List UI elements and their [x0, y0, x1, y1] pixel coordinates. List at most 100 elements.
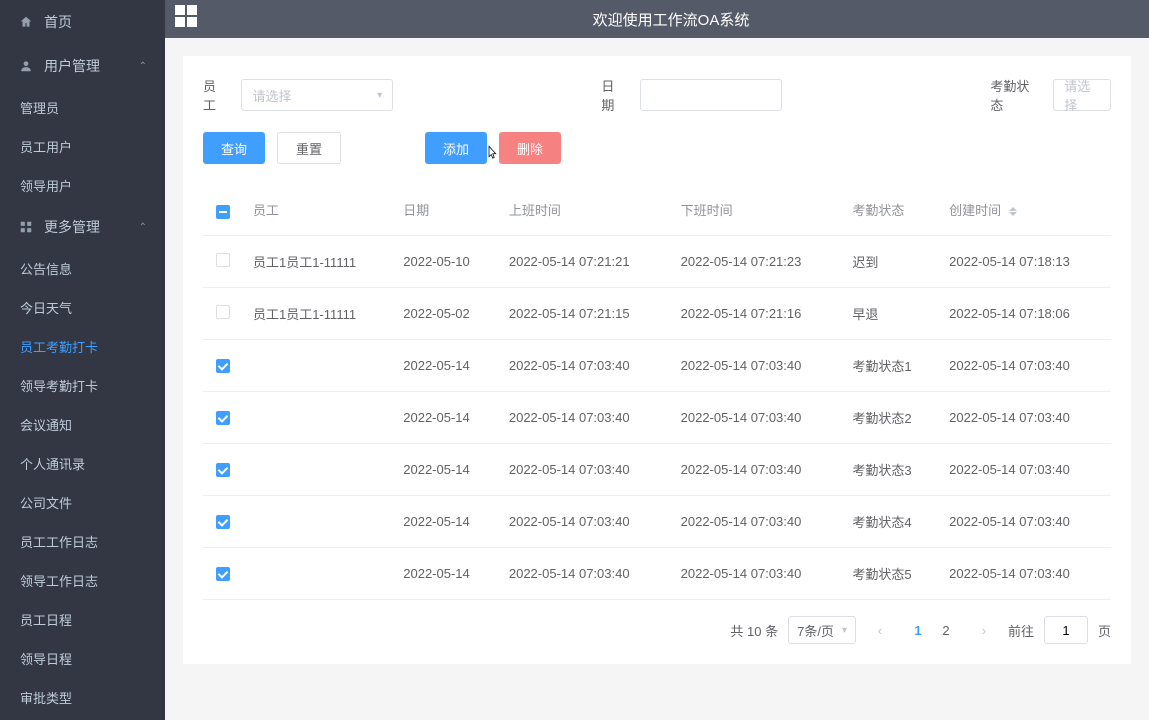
sidebar-item[interactable]: 领导工作日志: [0, 561, 165, 600]
sidebar-item[interactable]: 员工用户: [0, 127, 165, 166]
sidebar-item-label: 员工工作日志: [20, 532, 147, 551]
row-checkbox[interactable]: [216, 567, 230, 581]
cell-date: 2022-05-14: [393, 548, 499, 600]
menu-toggle-icon[interactable]: [175, 5, 203, 33]
th-created-label: 创建时间: [949, 203, 1001, 218]
cell-employee: [243, 444, 393, 496]
cell-date: 2022-05-10: [393, 236, 499, 288]
sidebar-item[interactable]: 员工工作日志: [0, 522, 165, 561]
row-checkbox[interactable]: [216, 253, 230, 267]
cell-date: 2022-05-14: [393, 392, 499, 444]
sidebar-item[interactable]: 领导考勤打卡: [0, 366, 165, 405]
pagination-total: 共 10 条: [730, 621, 778, 640]
status-select[interactable]: 请选择: [1053, 79, 1111, 111]
cell-status: 考勤状态4: [842, 496, 939, 548]
user-icon: [18, 58, 34, 74]
prev-page-button[interactable]: ‹: [866, 616, 894, 644]
table-row: 2022-05-142022-05-14 07:03:402022-05-14 …: [203, 496, 1111, 548]
sidebar: 首页 用户管理 ⌃ 管理员员工用户领导用户 更多管理 ⌃ 公告信息今日天气员工考…: [0, 0, 165, 720]
sidebar-item[interactable]: 领导用户: [0, 166, 165, 205]
employee-select[interactable]: 请选择 ▾: [241, 79, 393, 111]
sidebar-item-label: 领导用户: [20, 176, 147, 195]
cell-date: 2022-05-14: [393, 340, 499, 392]
sidebar-item[interactable]: 领导日程: [0, 639, 165, 678]
cell-status: 迟到: [842, 236, 939, 288]
cell-date: 2022-05-02: [393, 288, 499, 340]
select-placeholder: 请选择: [1064, 76, 1100, 114]
goto-page-input[interactable]: [1044, 616, 1088, 644]
home-icon: [18, 14, 34, 30]
row-checkbox[interactable]: [216, 359, 230, 373]
cell-created: 2022-05-14 07:18:06: [939, 288, 1111, 340]
select-placeholder: 请选择: [252, 86, 291, 105]
sidebar-item-label: 个人通讯录: [20, 454, 147, 473]
cell-employee: 员工1员工1-11111: [243, 288, 393, 340]
sidebar-item[interactable]: 管理员: [0, 88, 165, 127]
sidebar-item-more-mgmt[interactable]: 更多管理 ⌃: [0, 205, 165, 249]
sidebar-item[interactable]: 员工考勤打卡: [0, 327, 165, 366]
th-date[interactable]: 日期: [393, 184, 499, 236]
date-input[interactable]: [640, 79, 782, 111]
page-number-button[interactable]: 2: [932, 616, 960, 644]
th-status[interactable]: 考勤状态: [842, 184, 939, 236]
sidebar-item-label: 审批类型: [20, 688, 147, 707]
goto-prefix: 前往: [1008, 621, 1034, 640]
sidebar-item-label: 领导日程: [20, 649, 147, 668]
cell-employee: [243, 496, 393, 548]
sidebar-item-home[interactable]: 首页: [0, 0, 165, 44]
cell-on-time: 2022-05-14 07:03:40: [499, 496, 671, 548]
sidebar-item-label: 公司文件: [20, 493, 147, 512]
sidebar-item[interactable]: 员工日程: [0, 600, 165, 639]
cell-created: 2022-05-14 07:03:40: [939, 496, 1111, 548]
sidebar-item-user-mgmt[interactable]: 用户管理 ⌃: [0, 44, 165, 88]
sidebar-item-label: 员工日程: [20, 610, 147, 629]
th-employee[interactable]: 员工: [243, 184, 393, 236]
cell-employee: 员工1员工1-11111: [243, 236, 393, 288]
cell-employee: [243, 392, 393, 444]
cell-status: 早退: [842, 288, 939, 340]
cell-created: 2022-05-14 07:03:40: [939, 548, 1111, 600]
reset-button[interactable]: 重置: [277, 132, 341, 164]
sidebar-item[interactable]: 今日天气: [0, 288, 165, 327]
search-button[interactable]: 查询: [203, 132, 265, 164]
cell-status: 考勤状态1: [842, 340, 939, 392]
row-checkbox[interactable]: [216, 463, 230, 477]
sidebar-item-label: 今日天气: [20, 298, 147, 317]
cell-off-time: 2022-05-14 07:03:40: [671, 392, 843, 444]
cell-status: 考勤状态3: [842, 444, 939, 496]
table-row: 2022-05-142022-05-14 07:03:402022-05-14 …: [203, 548, 1111, 600]
sidebar-item-label: 管理员: [20, 98, 147, 117]
th-on-time[interactable]: 上班时间: [499, 184, 671, 236]
next-page-button[interactable]: ›: [970, 616, 998, 644]
cell-created: 2022-05-14 07:18:13: [939, 236, 1111, 288]
filter-status-label: 考勤状态: [990, 76, 1039, 114]
grid-icon: [18, 219, 34, 235]
table-row: 员工1员工1-111112022-05-02 2022-05-14 07:21:1…: [203, 288, 1111, 340]
cell-employee: [243, 548, 393, 600]
filter-employee-label: 员工: [203, 76, 227, 114]
cell-created: 2022-05-14 07:03:40: [939, 340, 1111, 392]
cell-off-time: 2022-05-14 07:03:40: [671, 444, 843, 496]
sidebar-item[interactable]: 个人通讯录: [0, 444, 165, 483]
th-created[interactable]: 创建时间: [939, 184, 1111, 236]
cell-off-time: 2022-05-14 07:21:16: [671, 288, 843, 340]
select-all-checkbox[interactable]: [216, 205, 230, 219]
th-off-time[interactable]: 下班时间: [671, 184, 843, 236]
cell-off-time: 2022-05-14 07:03:40: [671, 340, 843, 392]
row-checkbox[interactable]: [216, 411, 230, 425]
chevron-up-icon: ⌃: [139, 222, 147, 233]
page-size-select[interactable]: 7条/页 ▾: [788, 616, 856, 644]
delete-button[interactable]: 删除: [499, 132, 561, 164]
sidebar-item[interactable]: 公司文件: [0, 483, 165, 522]
row-checkbox[interactable]: [216, 515, 230, 529]
page-number-button[interactable]: 1: [904, 616, 932, 644]
cell-on-time: 2022-05-14 07:21:21: [499, 236, 671, 288]
cell-created: 2022-05-14 07:03:40: [939, 392, 1111, 444]
cell-on-time: 2022-05-14 07:03:40: [499, 444, 671, 496]
table-row: 2022-05-14 2022-05-14 07:03:40 2022-05-14 …: [203, 340, 1111, 392]
sidebar-item[interactable]: 会议通知: [0, 405, 165, 444]
row-checkbox[interactable]: [216, 305, 230, 319]
sidebar-item[interactable]: 公告信息: [0, 249, 165, 288]
sidebar-item[interactable]: 审批类型: [0, 678, 165, 717]
add-button[interactable]: 添加: [425, 132, 487, 164]
